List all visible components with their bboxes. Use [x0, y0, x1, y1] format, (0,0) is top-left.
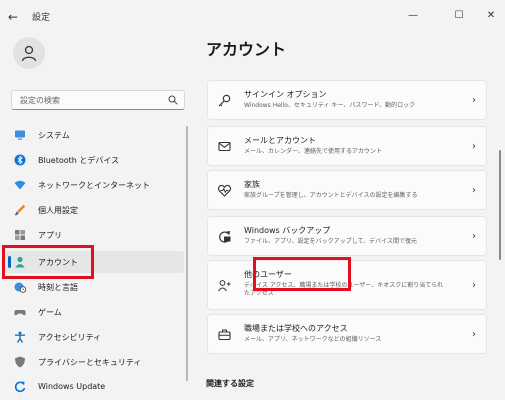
monitor-icon [15, 130, 25, 140]
bluetooth-icon [14, 154, 26, 166]
shield-icon [15, 356, 25, 368]
sidebar-item-windows-update[interactable]: Windows Update [4, 376, 184, 398]
window-title: 設定 [32, 13, 51, 23]
sidebar-item-system[interactable]: システム [4, 124, 184, 146]
page-title: アカウント [206, 40, 287, 59]
sidebar-item-label: システム [38, 131, 70, 140]
maximize-button[interactable]: ☐ [444, 4, 474, 26]
search-icon [168, 95, 178, 105]
card-email-accounts[interactable]: メールとアカウント メール、カレンダー、連絡先で使用するアカウント › [207, 126, 487, 166]
card-subtitle: メール、カレンダー、連絡先で使用するアカウント [244, 148, 382, 155]
sidebar-item-bluetooth[interactable]: Bluetooth とデバイス [4, 149, 184, 171]
chevron-right-icon: › [472, 95, 476, 106]
card-subtitle: ファイル、アプリ、設定をバックアップして、デバイス間で復元 [244, 238, 417, 245]
user-icon [21, 45, 37, 62]
main-scrollbar[interactable] [499, 150, 501, 260]
card-subtitle: Windows Hello、セキュリティ キー、パスワード、動的ロック [244, 102, 416, 109]
backup-icon [219, 231, 231, 243]
chevron-right-icon: › [472, 231, 476, 242]
sidebar-item-label: Bluetooth とデバイス [38, 156, 120, 165]
card-title: メールとアカウント [244, 136, 316, 145]
globe-clock-icon [14, 282, 26, 293]
sidebar-item-label: ネットワークとインターネット [38, 181, 150, 190]
card-title: 職場または学校へのアクセス [244, 324, 348, 333]
sidebar-item-label: 時刻と言語 [38, 283, 78, 292]
card-work-school-access[interactable]: 職場または学校へのアクセス メール、アプリ、ネットワークなどの組織リソース › [207, 314, 487, 354]
sidebar-item-label: アクセシビリティ [38, 333, 102, 342]
mail-icon [218, 141, 231, 152]
sidebar-item-label: プライバシーとセキュリティ [38, 358, 142, 367]
close-button[interactable]: ✕ [476, 4, 505, 26]
minimize-button[interactable]: — [398, 4, 428, 26]
sidebar-item-accessibility[interactable]: アクセシビリティ [4, 326, 184, 348]
update-icon [14, 381, 26, 393]
back-arrow-icon[interactable]: ← [8, 10, 18, 24]
card-windows-backup[interactable]: Windows バックアップ ファイル、アプリ、設定をバックアップして、デバイス… [207, 216, 487, 256]
title-bar: ← 設定 — ☐ ✕ [0, 0, 505, 32]
sidebar-item-label: ゲーム [38, 308, 62, 317]
sidebar-item-label: 個人用設定 [38, 206, 78, 215]
wifi-icon [14, 180, 26, 190]
sidebar-item-time-language[interactable]: 時刻と言語 [4, 276, 184, 298]
search-placeholder: 設定の検索 [20, 96, 60, 105]
brush-icon [14, 204, 26, 216]
card-subtitle: メール、アプリ、ネットワークなどの組織リソース [244, 336, 382, 343]
sidebar-item-label: Windows Update [38, 382, 106, 391]
card-family[interactable]: 家族 家族グループを管理し、アカウントとデバイスの設定を編集する › [207, 170, 487, 210]
sidebar-item-network[interactable]: ネットワークとインターネット [4, 174, 184, 196]
briefcase-icon [218, 329, 231, 341]
accessibility-icon [15, 331, 25, 343]
search-input[interactable]: 設定の検索 [11, 90, 185, 110]
sidebar-item-privacy[interactable]: プライバシーとセキュリティ [4, 351, 184, 373]
other-users-icon [218, 280, 231, 292]
card-title: サインイン オプション [244, 90, 327, 99]
card-subtitle: 家族グループを管理し、アカウントとデバイスの設定を編集する [244, 192, 418, 199]
related-settings-heading: 関連する設定 [206, 379, 254, 388]
chevron-right-icon: › [472, 185, 476, 196]
apps-icon [15, 230, 25, 240]
heart-icon [218, 184, 231, 197]
sidebar-item-personalization[interactable]: 個人用設定 [4, 199, 184, 221]
sidebar-item-gaming[interactable]: ゲーム [4, 301, 184, 323]
gamepad-icon [14, 310, 26, 316]
key-icon [218, 94, 231, 107]
highlight-other-users-box [253, 257, 351, 291]
card-sign-in-options[interactable]: サインイン オプション Windows Hello、セキュリティ キー、パスワー… [207, 80, 487, 120]
sidebar-item-label: アプリ [38, 231, 62, 240]
sidebar-item-apps[interactable]: アプリ [4, 224, 184, 246]
chevron-right-icon: › [472, 329, 476, 340]
highlight-accounts-box [2, 245, 94, 279]
sidebar-scrollbar[interactable] [186, 126, 188, 381]
card-title: 家族 [244, 180, 260, 189]
chevron-right-icon: › [472, 280, 476, 291]
avatar[interactable] [13, 37, 45, 69]
card-title: Windows バックアップ [244, 226, 331, 235]
chevron-right-icon: › [472, 141, 476, 152]
